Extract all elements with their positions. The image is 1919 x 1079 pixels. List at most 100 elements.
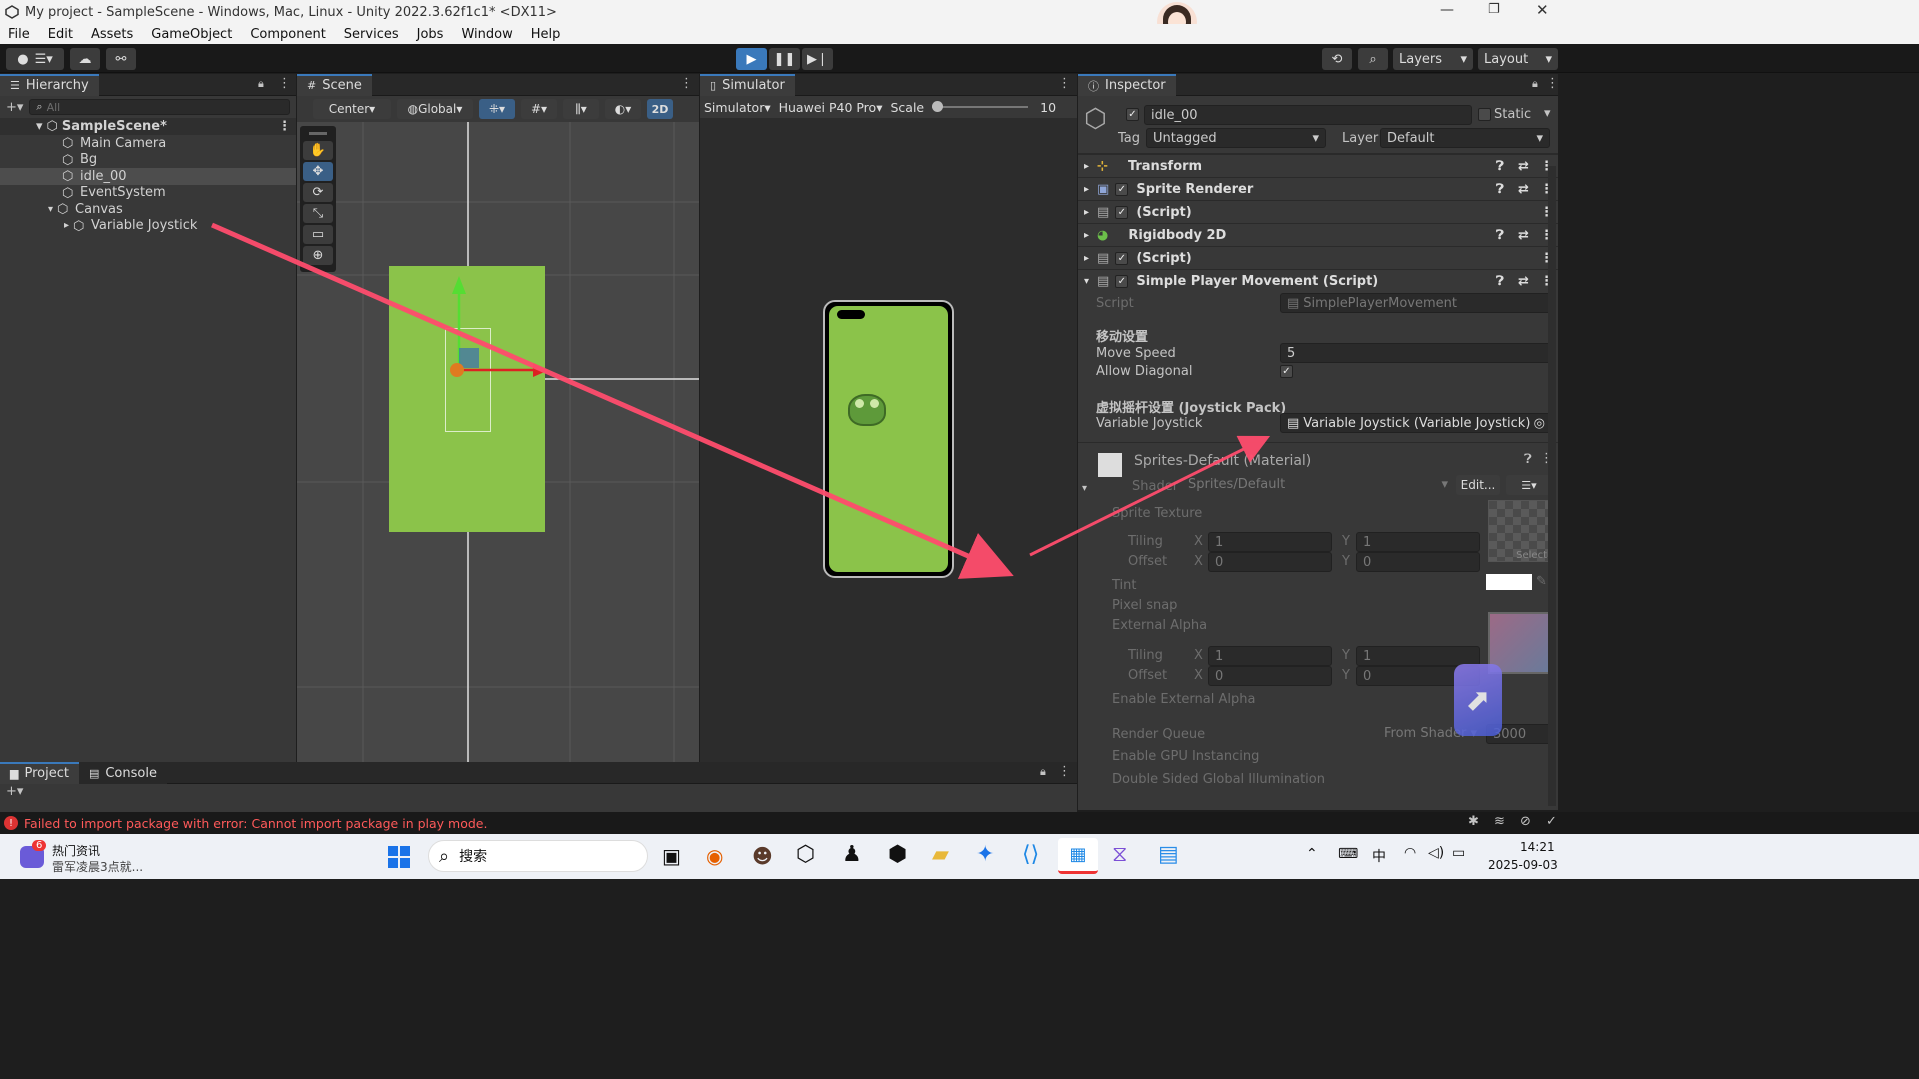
grid-toggle[interactable]: #▾: [521, 99, 557, 119]
vscode-icon[interactable]: ⟨⟩: [1022, 842, 1039, 867]
add-button[interactable]: +▾: [6, 784, 23, 799]
preset-icon[interactable]: ⇄: [1518, 228, 1529, 243]
list-item[interactable]: ⬡ idle_00: [0, 168, 296, 185]
enabled-checkbox[interactable]: ✓: [1115, 274, 1129, 288]
object-picker-icon[interactable]: ◎: [1534, 416, 1545, 431]
increment-toggle[interactable]: ⫼▾: [563, 99, 599, 119]
unity-hub-icon[interactable]: ⬡: [796, 842, 815, 867]
tag-dropdown[interactable]: Untagged ▾: [1146, 128, 1326, 148]
layout-dropdown[interactable]: Layout ▾: [1478, 48, 1558, 70]
component-sprite-renderer[interactable]: ▸ ▣ ✓ Sprite Renderer ❓︎ ⇄ ⋮: [1078, 177, 1558, 200]
menu-window[interactable]: Window: [461, 27, 512, 42]
tab-scene[interactable]: # Scene: [297, 74, 372, 96]
draw-mode-dropdown[interactable]: ◐▾: [605, 99, 641, 119]
snap-toggle[interactable]: ⁜▾: [479, 99, 515, 119]
close-window-button[interactable]: ✕: [1536, 1, 1549, 19]
menu-gameobject[interactable]: GameObject: [151, 27, 232, 42]
pivot-dropdown[interactable]: Center ▾: [313, 99, 391, 119]
ext-tiling-x-field[interactable]: 1: [1208, 646, 1332, 666]
scale-slider[interactable]: [932, 101, 1029, 113]
keyboard-icon[interactable]: ⌨: [1338, 846, 1358, 862]
tint-color-field[interactable]: [1486, 574, 1532, 590]
add-button[interactable]: +▾: [6, 100, 23, 115]
select-texture-label[interactable]: Select: [1516, 550, 1547, 561]
enabled-checkbox[interactable]: ✓: [1115, 251, 1129, 265]
tab-project[interactable]: ▆ Project: [0, 761, 79, 784]
tab-hierarchy[interactable]: ☰ Hierarchy: [0, 73, 99, 96]
task-view-icon[interactable]: ▣: [662, 844, 681, 868]
offset-y-field[interactable]: 0: [1356, 552, 1480, 572]
menu-services[interactable]: Services: [344, 27, 399, 42]
tiling-y-field[interactable]: 1: [1356, 532, 1480, 552]
check-icon[interactable]: ✓: [1546, 814, 1557, 829]
joystick-object-field[interactable]: ▤ Variable Joystick (Variable Joystick) ◎: [1280, 413, 1552, 433]
ext-offset-x-field[interactable]: 0: [1208, 666, 1332, 686]
hierarchy-search[interactable]: ⌕ All: [29, 99, 290, 115]
space-dropdown[interactable]: ◍ Global ▾: [397, 99, 473, 119]
rotate-tool-icon[interactable]: ⟳: [303, 183, 333, 202]
object-name-field[interactable]: idle_00: [1144, 105, 1472, 125]
qq-icon[interactable]: ♟: [842, 842, 862, 867]
account-button[interactable]: ● ☰▾: [6, 48, 64, 70]
kebab-menu-icon[interactable]: ⋮: [278, 76, 291, 91]
volume-icon[interactable]: ◁): [1428, 845, 1444, 861]
kebab-menu-icon[interactable]: ⋮: [1546, 76, 1558, 91]
menu-assets[interactable]: Assets: [91, 27, 133, 42]
collab-button[interactable]: ⚯: [106, 48, 136, 70]
play-button[interactable]: ▶: [736, 48, 767, 70]
preset-icon[interactable]: ⇄: [1518, 159, 1529, 174]
enabled-checkbox[interactable]: ✓: [1115, 205, 1129, 219]
active-app-icon[interactable]: ▦: [1058, 838, 1098, 874]
restore-button[interactable]: ❐: [1488, 2, 1500, 17]
lock-icon[interactable]: 🔒︎: [1040, 765, 1046, 779]
component-script-1[interactable]: ▸ ▤ ✓ (Script) ⋮: [1078, 200, 1558, 223]
menu-component[interactable]: Component: [250, 27, 325, 42]
taskbar-search[interactable]: ⌕ 搜索: [428, 840, 648, 872]
battery-icon[interactable]: ▭: [1452, 845, 1465, 861]
avatar-app-icon[interactable]: ☻: [752, 844, 773, 868]
hand-tool-icon[interactable]: ✋: [303, 141, 333, 160]
offset-x-field[interactable]: 0: [1208, 552, 1332, 572]
clock-date[interactable]: 2025-09-03: [1488, 858, 1558, 872]
eyedropper-icon[interactable]: ✎: [1536, 574, 1547, 589]
preset-icon[interactable]: ⇄: [1518, 182, 1529, 197]
help-icon[interactable]: ❓︎: [1496, 159, 1504, 174]
clock-time[interactable]: 14:21: [1520, 840, 1555, 854]
rect-tool-icon[interactable]: ▭: [303, 225, 333, 244]
list-item[interactable]: ⬡ Bg: [0, 152, 296, 169]
shader-dropdown[interactable]: Sprites/Default ▾: [1188, 477, 1448, 495]
toggle-2d[interactable]: 2D: [647, 99, 673, 119]
visual-studio-icon[interactable]: ⧖: [1112, 842, 1127, 867]
ime-indicator[interactable]: 中: [1372, 846, 1386, 866]
device-dropdown[interactable]: Huawei P40 Pro▾: [779, 100, 883, 115]
help-icon[interactable]: ❓︎: [1496, 228, 1504, 243]
help-icon[interactable]: ❓︎: [1524, 452, 1532, 467]
help-icon[interactable]: ❓︎: [1496, 182, 1504, 197]
lock-icon[interactable]: 🔒︎: [258, 77, 264, 91]
list-item[interactable]: ⬡ Main Camera: [0, 135, 296, 152]
scene-row[interactable]: ▾ ⬡ SampleScene* ⋮: [0, 118, 296, 135]
ext-tiling-y-field[interactable]: 1: [1356, 646, 1480, 666]
feishu-icon[interactable]: ✦: [976, 842, 994, 867]
list-item[interactable]: ▾ ⬡ Canvas: [0, 201, 296, 218]
layer-dropdown[interactable]: Default ▾: [1380, 128, 1550, 148]
news-widget[interactable]: 6 热门资讯 雷军凌晨3点就...: [16, 838, 176, 876]
inspector-scrollbar[interactable]: [1548, 166, 1556, 806]
texture-thumb[interactable]: Select: [1488, 500, 1550, 562]
move-tool-icon[interactable]: ✥: [303, 162, 333, 181]
component-transform[interactable]: ▸ ⊹ Transform ❓︎ ⇄ ⋮: [1078, 154, 1558, 177]
static-checkbox[interactable]: [1478, 108, 1491, 121]
kebab-menu-icon[interactable]: ⋮: [1058, 76, 1071, 91]
move-speed-input[interactable]: 5: [1280, 343, 1552, 363]
layers-dropdown[interactable]: Layers ▾: [1393, 48, 1473, 70]
history-button[interactable]: ⟲: [1322, 48, 1352, 70]
menu-file[interactable]: File: [8, 27, 30, 42]
tiling-x-field[interactable]: 1: [1208, 532, 1332, 552]
edit-shader-button[interactable]: Edit...: [1456, 475, 1500, 495]
status-error-message[interactable]: Failed to import package with error: Can…: [24, 816, 487, 831]
unity-icon[interactable]: ⬢: [888, 842, 907, 867]
list-item[interactable]: ▸ ⬡ Variable Joystick: [0, 218, 296, 235]
chevron-up-icon[interactable]: ⌃: [1306, 846, 1318, 862]
tab-simulator[interactable]: ▯ Simulator: [700, 74, 795, 96]
wifi-icon[interactable]: ◠: [1404, 845, 1416, 861]
